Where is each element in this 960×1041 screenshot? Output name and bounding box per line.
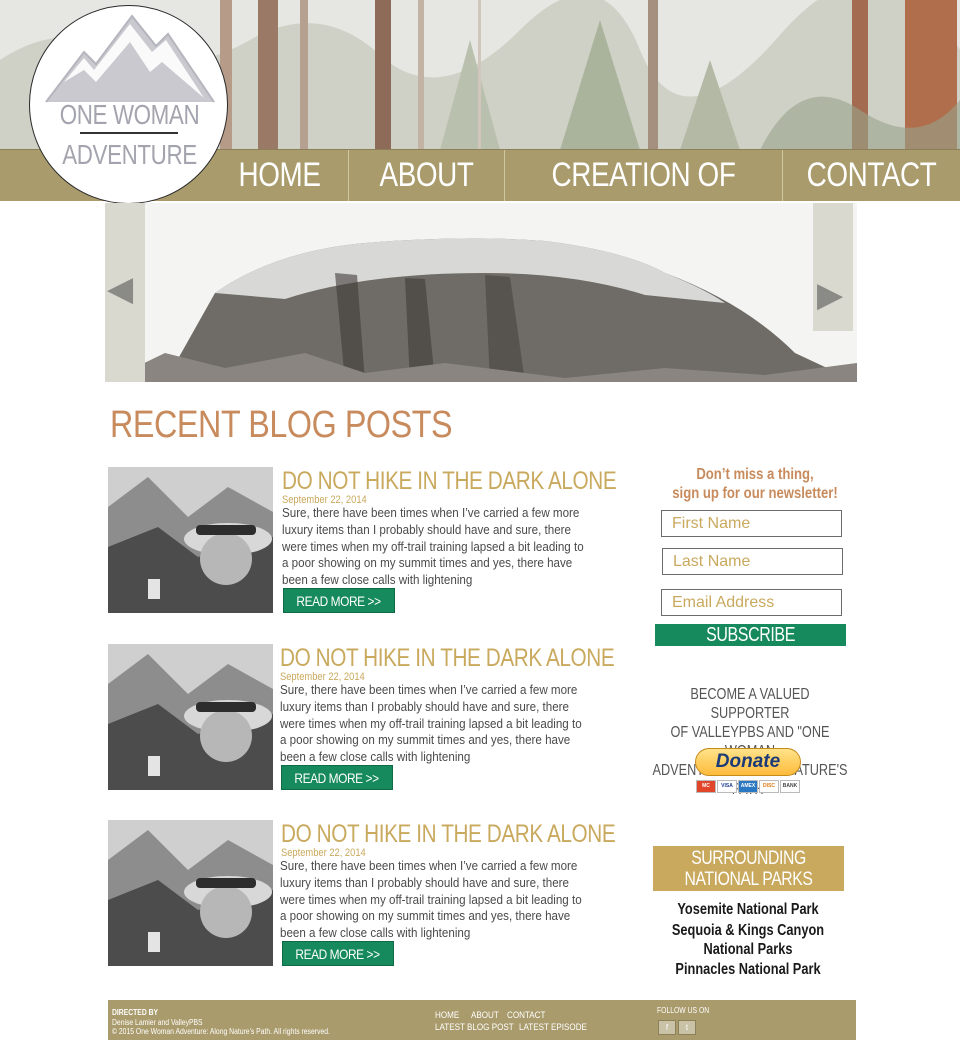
mountain-logo-icon — [45, 14, 215, 103]
nav-item-about[interactable]: ABOUT — [363, 150, 490, 201]
post-title-link[interactable]: DO NOT HIKE IN THE DARK ALONE — [280, 644, 615, 673]
amex-icon: AMEX — [738, 780, 758, 793]
newsletter-heading: Don’t miss a thing, sign up for our news… — [661, 465, 850, 503]
subscribe-label: SUBSCRIBE — [706, 624, 795, 646]
newsletter-heading-line1: Don’t miss a thing, — [696, 466, 814, 483]
triangle-right-icon: ▶ — [817, 276, 844, 314]
triangle-left-icon: ◀ — [107, 270, 134, 308]
mastercard-icon: MC — [696, 780, 716, 793]
logo-text-line2: ADVENTURE — [62, 139, 197, 170]
nav-item-creation-of-owa[interactable]: CREATION OF OWA — [530, 150, 757, 245]
facebook-icon[interactable]: f — [658, 1020, 676, 1035]
half-dome-image — [105, 203, 857, 382]
logo-divider — [80, 132, 178, 134]
footer-link-latest-blog-post[interactable]: LATEST BLOG POST — [435, 1022, 514, 1033]
visa-icon: VISA — [717, 780, 737, 793]
read-more-button[interactable]: READ MORE >> — [281, 765, 393, 790]
park-link-pinnacles[interactable]: Pinnacles National Park — [654, 960, 843, 980]
park-link-sequoia-kings-canyon-cont[interactable]: National Parks — [654, 940, 843, 960]
read-more-button[interactable]: READ MORE >> — [282, 941, 394, 966]
footer-link-home[interactable]: HOME — [435, 1010, 459, 1021]
parks-header-line1: SURROUNDING — [691, 848, 806, 869]
hero-slider: ◀ ▶ — [105, 203, 857, 382]
read-more-button[interactable]: READ MORE >> — [283, 588, 395, 613]
first-name-field[interactable] — [661, 510, 842, 537]
blog-post: DO NOT HIKE IN THE DARK ALONE September … — [108, 644, 615, 794]
blog-post: DO NOT HIKE IN THE DARK ALONE September … — [108, 820, 616, 970]
newsletter-heading-line2: sign up for our newsletter! — [672, 485, 838, 502]
slider-prev-button[interactable]: ◀ — [105, 203, 145, 382]
read-more-label: READ MORE >> — [296, 593, 382, 609]
footer-follow-label: FOLLOW US ON — [657, 1006, 710, 1015]
read-more-label: READ MORE >> — [294, 770, 380, 786]
bank-icon: BANK — [780, 780, 800, 793]
post-excerpt: Sure, there have been times when I’ve ca… — [280, 858, 582, 941]
footer-directed-by: DIRECTED BY — [112, 1008, 159, 1017]
footer: DIRECTED BY Denise Lamier and ValleyPBS … — [108, 1000, 856, 1040]
subscribe-button[interactable]: SUBSCRIBE — [655, 624, 846, 646]
read-more-label: READ MORE >> — [295, 946, 381, 962]
footer-link-latest-episode[interactable]: LATEST EPISODE — [519, 1022, 587, 1033]
footer-link-contact[interactable]: CONTACT — [507, 1010, 545, 1021]
post-thumbnail[interactable] — [108, 644, 273, 790]
recent-blog-posts-title: RECENT BLOG POSTS — [110, 404, 453, 446]
blog-post: DO NOT HIKE IN THE DARK ALONE September … — [108, 467, 617, 617]
site-logo[interactable]: ONE WOMAN ADVENTURE — [29, 5, 228, 204]
nav-item-home[interactable]: HOME — [224, 150, 335, 201]
nav-divider — [782, 150, 783, 201]
logo-text-line1: ONE WOMAN — [59, 99, 200, 130]
nav-divider — [348, 150, 349, 201]
last-name-field[interactable] — [662, 548, 843, 575]
post-excerpt: Sure, there have been times when I’ve ca… — [282, 505, 584, 588]
parks-header-line2: NATIONAL PARKS — [684, 869, 813, 890]
nav-item-contact[interactable]: CONTACT — [799, 150, 944, 201]
donate-button[interactable]: Donate — [695, 748, 801, 776]
park-link-sequoia-kings-canyon[interactable]: Sequoia & Kings Canyon — [654, 921, 843, 941]
footer-credits: Denise Lamier and ValleyPBS — [112, 1018, 203, 1027]
post-title-link[interactable]: DO NOT HIKE IN THE DARK ALONE — [281, 820, 616, 849]
post-title-link[interactable]: DO NOT HIKE IN THE DARK ALONE — [282, 467, 617, 496]
email-field[interactable] — [661, 589, 842, 616]
slider-next-button[interactable]: ▶ — [813, 203, 853, 331]
nav-divider — [504, 150, 505, 201]
post-thumbnail[interactable] — [108, 820, 273, 966]
footer-copyright: © 2015 One Woman Adventure: Along Nature… — [112, 1027, 330, 1036]
payment-cards: MC VISA AMEX DISC BANK — [696, 780, 801, 794]
footer-link-about[interactable]: ABOUT — [471, 1010, 499, 1021]
post-excerpt: Sure, there have been times when I’ve ca… — [280, 682, 582, 765]
discover-icon: DISC — [759, 780, 779, 793]
twitter-icon[interactable]: t — [678, 1020, 696, 1035]
post-thumbnail[interactable] — [108, 467, 273, 613]
surrounding-parks-header: SURROUNDING NATIONAL PARKS — [653, 846, 844, 891]
park-link-yosemite[interactable]: Yosemite National Park — [654, 900, 843, 920]
